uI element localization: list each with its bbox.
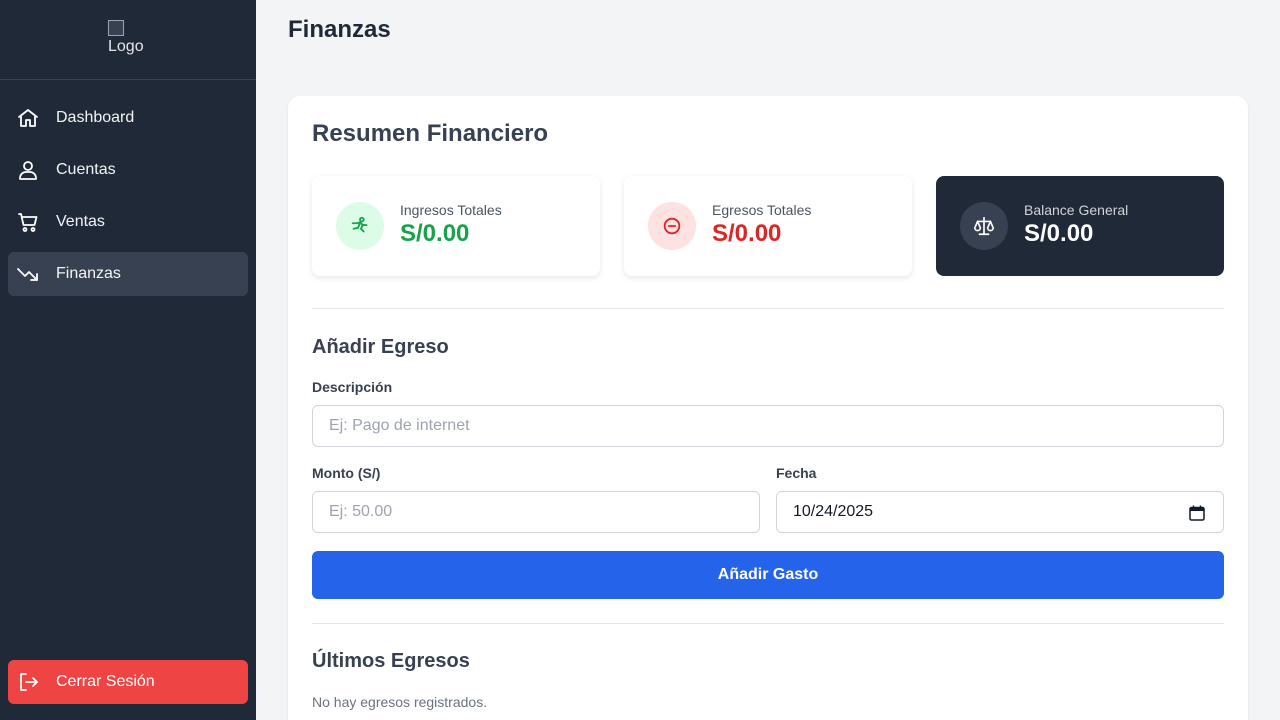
broken-image-icon (108, 20, 124, 36)
empty-state-text: No hay egresos registrados. (312, 694, 488, 710)
summary-title: Resumen Financiero (312, 120, 549, 147)
expenses-value: S/0.00 (712, 220, 782, 247)
sidebar-nav: Dashboard Cuentas Ventas Finanzas (8, 96, 248, 304)
date-value: 10/24/2025 (793, 503, 874, 520)
expenses-label: Egresos Totales (712, 202, 812, 218)
add-expense-title: Añadir Egreso (312, 336, 449, 358)
description-input[interactable] (312, 405, 1224, 447)
home-icon (18, 109, 38, 127)
income-label: Ingresos Totales (400, 202, 502, 218)
sidebar-item-finanzas[interactable]: Finanzas (8, 252, 248, 296)
scale-icon (960, 202, 1008, 250)
date-label: Fecha (776, 465, 817, 481)
sidebar-item-label: Cuentas (56, 161, 116, 178)
sidebar: Logo Dashboard Cuentas Ventas Finanzas C… (0, 0, 256, 720)
logout-icon (20, 673, 38, 691)
finance-card: Resumen Financiero Ingresos Totales S/0.… (288, 96, 1248, 720)
income-value: S/0.00 (400, 220, 470, 247)
sidebar-item-label: Ventas (56, 213, 105, 230)
logo[interactable]: Logo (108, 20, 148, 60)
sidebar-item-label: Dashboard (56, 109, 135, 126)
add-expense-button[interactable]: Añadir Gasto (312, 551, 1224, 599)
sidebar-item-dashboard[interactable]: Dashboard (8, 96, 248, 140)
latest-expenses-title: Últimos Egresos (312, 650, 470, 672)
sidebar-item-cuentas[interactable]: Cuentas (8, 148, 248, 192)
divider (312, 308, 1224, 309)
logout-button[interactable]: Cerrar Sesión (8, 660, 248, 704)
description-label: Descripción (312, 379, 393, 395)
income-icon (336, 202, 384, 250)
balance-value: S/0.00 (1024, 220, 1094, 247)
page-title: Finanzas (288, 16, 391, 43)
divider (312, 623, 1224, 624)
expenses-card: Egresos Totales S/0.00 (624, 176, 912, 276)
trending-down-icon (17, 268, 38, 281)
logo-area: Logo (0, 0, 256, 80)
minus-circle-icon (648, 202, 696, 250)
logo-alt-text: Logo (108, 38, 144, 55)
sidebar-item-ventas[interactable]: Ventas (8, 200, 248, 244)
logout-label: Cerrar Sesión (56, 673, 155, 690)
sidebar-item-label: Finanzas (56, 265, 121, 282)
amount-label: Monto (S/) (312, 465, 381, 481)
cart-icon (18, 213, 38, 232)
income-card: Ingresos Totales S/0.00 (312, 176, 600, 276)
balance-card: Balance General S/0.00 (936, 176, 1224, 276)
calendar-icon[interactable] (1189, 505, 1205, 521)
user-icon (19, 161, 37, 180)
balance-label: Balance General (1024, 202, 1129, 218)
amount-input[interactable] (312, 491, 760, 533)
date-input[interactable]: 10/24/2025 (776, 491, 1224, 533)
